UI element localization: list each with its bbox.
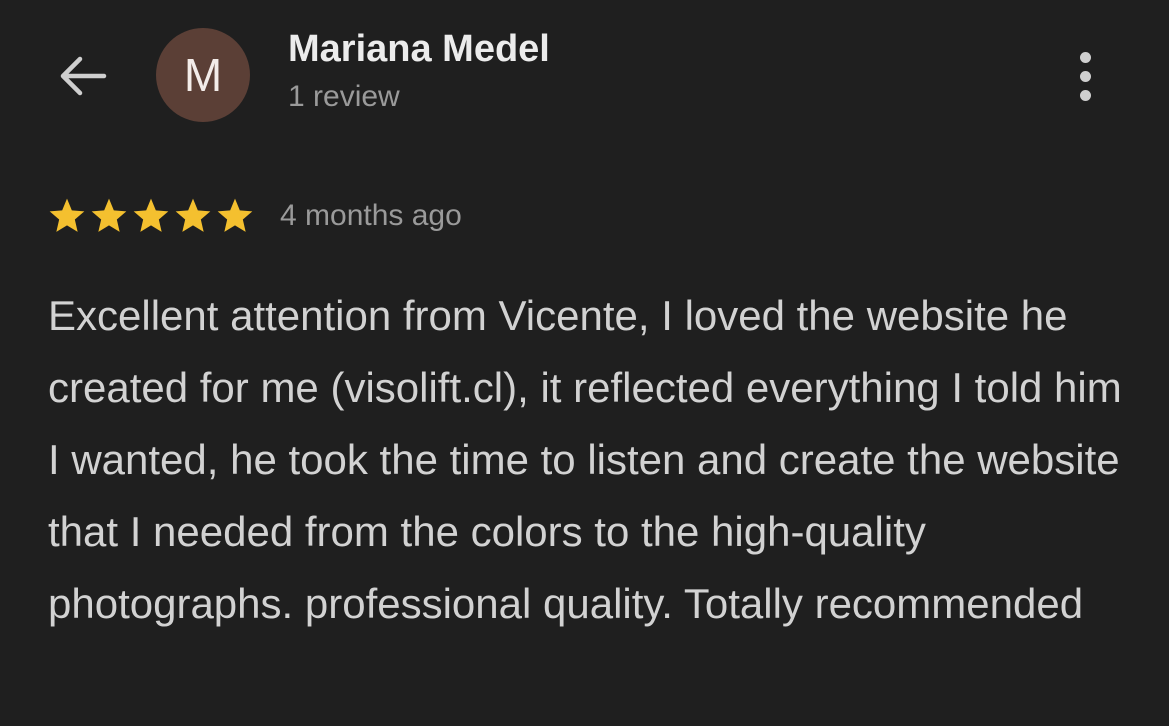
star-icon bbox=[133, 198, 169, 232]
rating-row: 4 months ago bbox=[46, 196, 462, 236]
more-options-button[interactable] bbox=[1060, 46, 1110, 106]
review-text: Excellent attention from Vicente, I love… bbox=[48, 292, 1122, 627]
star-icon bbox=[175, 198, 211, 232]
more-vertical-icon-dot bbox=[1079, 70, 1091, 82]
avatar[interactable]: M bbox=[156, 28, 250, 122]
review-header: M Mariana Medel 1 review bbox=[0, 0, 1169, 150]
star-icon bbox=[91, 198, 127, 232]
avatar-initial: M bbox=[183, 49, 223, 101]
arrow-left-icon bbox=[60, 56, 107, 96]
back-button[interactable] bbox=[52, 48, 112, 104]
review-time: 4 months ago bbox=[280, 199, 462, 232]
star-icon bbox=[49, 198, 85, 232]
review-count: 1 review bbox=[288, 80, 400, 113]
star-rating bbox=[46, 196, 256, 236]
reviewer-name[interactable]: Mariana Medel bbox=[288, 28, 550, 71]
star-icon bbox=[217, 198, 253, 232]
more-vertical-icon bbox=[1079, 51, 1091, 63]
more-vertical-icon-dot bbox=[1079, 89, 1091, 101]
